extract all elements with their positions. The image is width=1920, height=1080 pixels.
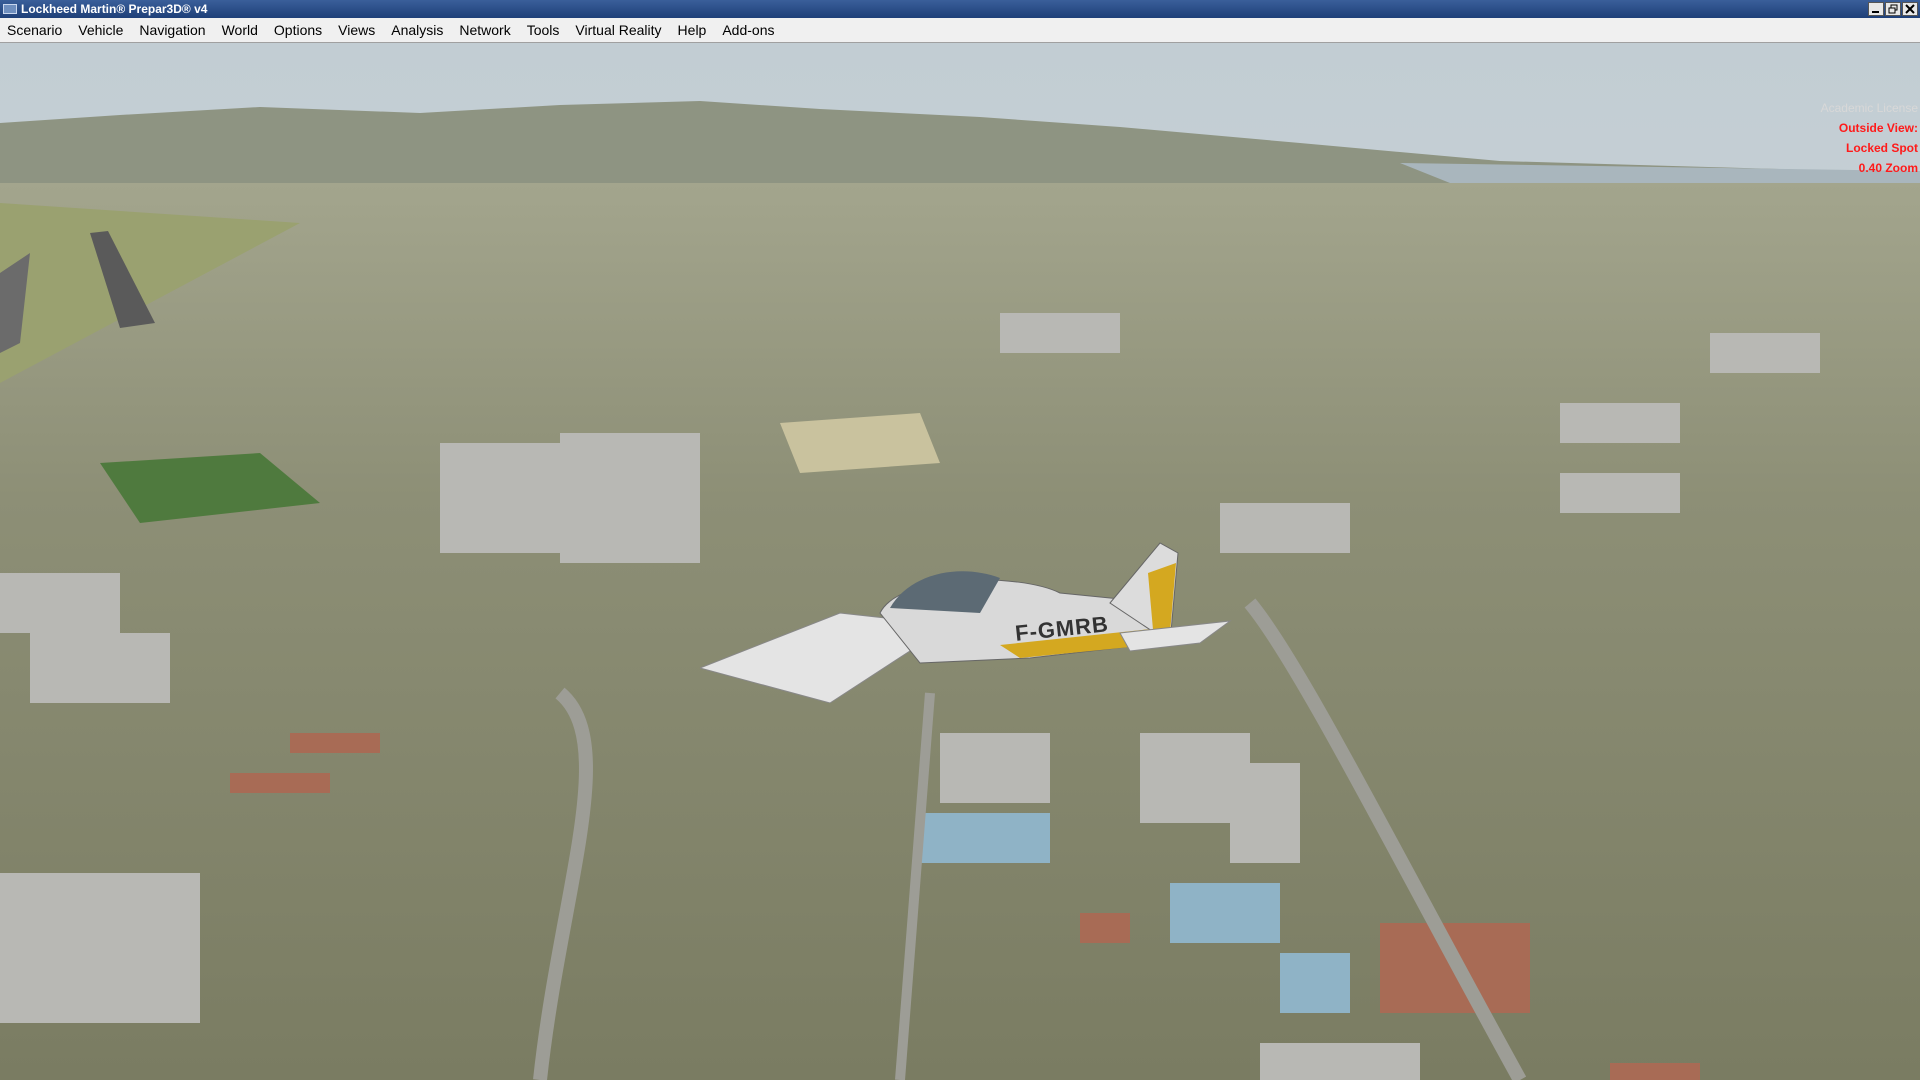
close-button[interactable]	[1902, 2, 1918, 16]
view-mode: Locked Spot	[1845, 141, 1918, 155]
minimize-icon	[1872, 11, 1879, 13]
window-title: Lockheed Martin® Prepar3D® v4	[21, 2, 208, 16]
simulation-viewport[interactable]: F-GMRB Academic License Outside View: Lo…	[0, 43, 1920, 1080]
view-label: Outside View:	[1838, 121, 1918, 135]
restore-icon	[1888, 4, 1898, 14]
menu-views[interactable]: Views	[330, 18, 383, 42]
menu-analysis[interactable]: Analysis	[383, 18, 451, 42]
view-info-overlay: Academic License Outside View: Locked Sp…	[1821, 98, 1918, 178]
aircraft-model	[700, 542, 1232, 703]
menu-bar: Scenario Vehicle Navigation World Option…	[0, 18, 1920, 43]
app-icon	[3, 4, 17, 14]
menu-vehicle[interactable]: Vehicle	[70, 18, 131, 42]
menu-world[interactable]: World	[214, 18, 266, 42]
park-area	[780, 413, 940, 473]
title-bar: Lockheed Martin® Prepar3D® v4	[0, 0, 1920, 18]
window-controls	[1868, 2, 1918, 16]
restore-button[interactable]	[1885, 2, 1901, 16]
menu-network[interactable]: Network	[451, 18, 518, 42]
close-icon	[1905, 4, 1915, 14]
menu-navigation[interactable]: Navigation	[131, 18, 213, 42]
aircraft-canopy	[890, 571, 1000, 613]
license-label: Academic License	[1820, 101, 1918, 115]
menu-add-ons[interactable]: Add-ons	[714, 18, 782, 42]
menu-help[interactable]: Help	[670, 18, 715, 42]
menu-options[interactable]: Options	[266, 18, 330, 42]
menu-tools[interactable]: Tools	[519, 18, 568, 42]
menu-scenario[interactable]: Scenario	[0, 18, 70, 42]
zoom-level: 0.40 Zoom	[1858, 161, 1918, 175]
menu-virtual-reality[interactable]: Virtual Reality	[567, 18, 669, 42]
minimize-button[interactable]	[1868, 2, 1884, 16]
